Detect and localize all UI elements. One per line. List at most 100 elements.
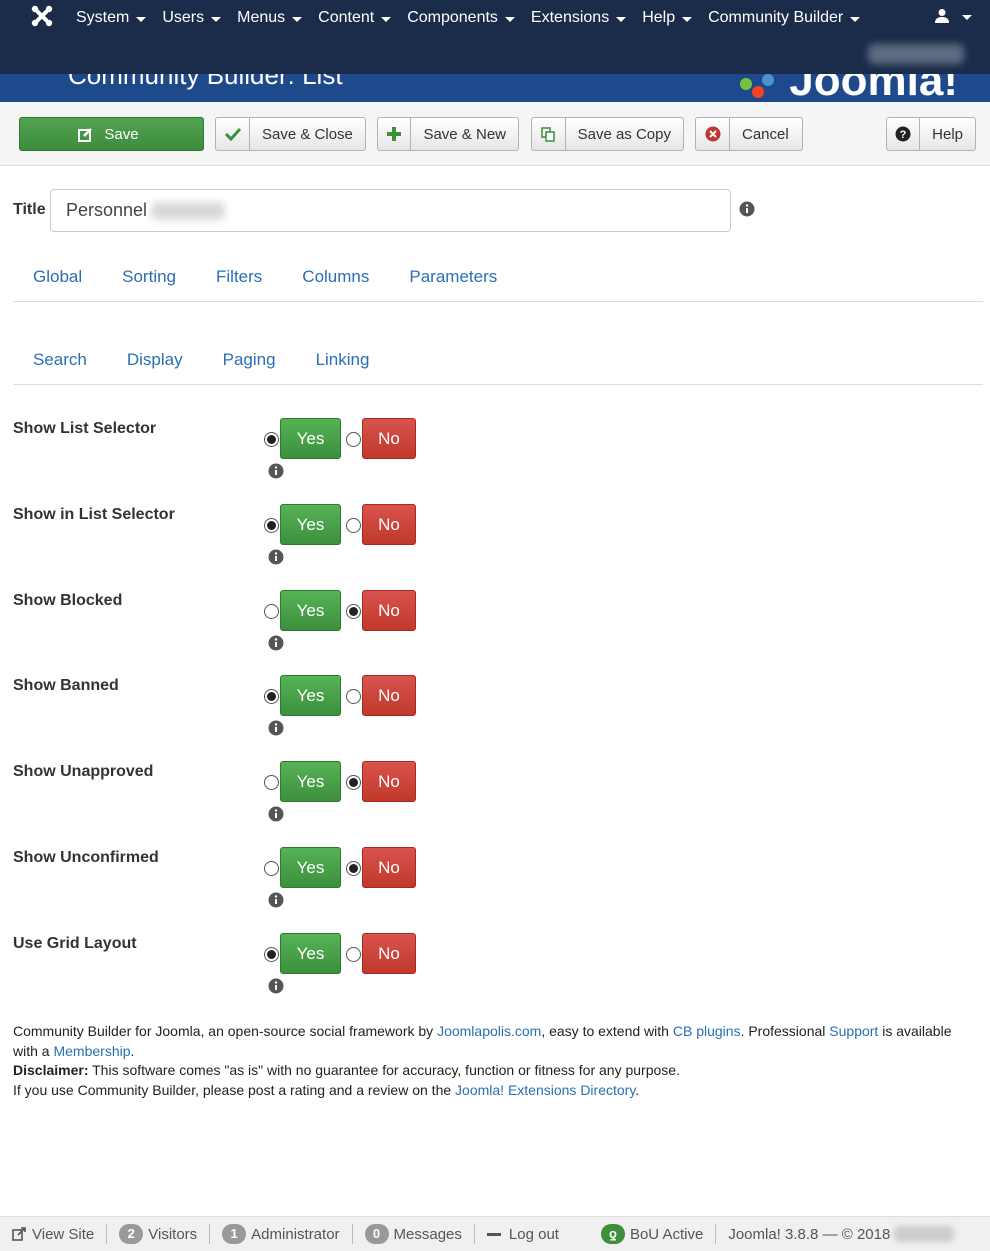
option-label: Show Banned (13, 677, 119, 694)
no-button[interactable]: No (362, 675, 416, 716)
tab-sorting[interactable]: Sorting (102, 259, 196, 301)
caret-down-icon (682, 16, 693, 22)
tab-display[interactable]: Display (107, 342, 203, 384)
tab-parameters[interactable]: Parameters (389, 259, 517, 301)
tab-filters[interactable]: Filters (196, 259, 282, 301)
yes-radio[interactable] (264, 689, 279, 704)
info-icon[interactable] (268, 806, 284, 822)
administrator-status[interactable]: 1 Administrator (222, 1224, 353, 1244)
info-icon[interactable] (268, 549, 284, 565)
save-button[interactable]: Save (19, 117, 204, 151)
info-icon[interactable] (268, 463, 284, 479)
menu-help[interactable]: Help (642, 9, 693, 27)
no-button[interactable]: No (362, 418, 416, 459)
yes-radio[interactable] (264, 861, 279, 876)
yes-radio[interactable] (264, 775, 279, 790)
no-radio[interactable] (346, 432, 361, 447)
page-title: Community Builder: List (30, 74, 343, 91)
info-icon[interactable] (268, 892, 284, 908)
joomlapolis-link[interactable]: Joomlapolis.com (437, 1023, 541, 1039)
save-new-button[interactable]: Save & New (377, 117, 519, 151)
tab-linking[interactable]: Linking (296, 342, 390, 384)
view-site-link[interactable]: View Site (12, 1224, 108, 1244)
no-button[interactable]: No (362, 761, 416, 802)
visitors-status[interactable]: 2 Visitors (119, 1224, 211, 1244)
option-label: Show Unconfirmed (13, 849, 159, 866)
menu-system[interactable]: System (76, 9, 147, 27)
no-button[interactable]: No (362, 504, 416, 545)
menu-components[interactable]: Components (407, 9, 515, 27)
user-icon (935, 9, 949, 23)
save-close-button[interactable]: Save & Close (215, 117, 366, 151)
joomla-logo-icon[interactable] (30, 4, 54, 28)
messages-status[interactable]: 0 Messages (364, 1224, 475, 1244)
tab-paging[interactable]: Paging (203, 342, 296, 384)
no-radio[interactable] (346, 861, 361, 876)
footer-line-3: If you use Community Builder, please pos… (13, 1081, 640, 1098)
no-button[interactable]: No (362, 590, 416, 631)
yes-radio[interactable] (264, 518, 279, 533)
caret-down-icon (616, 16, 627, 22)
bou-status[interactable]: ƍ BoU Active (600, 1224, 717, 1244)
secondary-tabs: Search Display Paging Linking (13, 342, 983, 385)
bou-icon: ƍ (600, 1224, 625, 1244)
logout-link[interactable]: Log out (486, 1224, 571, 1244)
option-label: Show List Selector (13, 420, 157, 437)
toolbar: Save Save & Close Save & New Save as Cop… (0, 102, 990, 166)
cb-plugins-link[interactable]: CB plugins (673, 1023, 741, 1039)
caret-down-icon (292, 16, 303, 22)
top-navbar: System Users Menus Content Components Ex… (0, 0, 990, 74)
yes-button[interactable]: Yes (280, 933, 341, 974)
main-menu: System Users Menus Content Components Ex… (76, 0, 876, 36)
question-circle-icon: ? (887, 118, 921, 150)
option-label: Show Blocked (13, 592, 123, 609)
help-button[interactable]: ? Help (886, 117, 976, 151)
page-header: Community Builder: List Joomla! (0, 74, 990, 102)
info-icon[interactable] (268, 720, 284, 736)
menu-menus[interactable]: Menus (237, 9, 303, 27)
tab-global[interactable]: Global (13, 259, 102, 301)
menu-users[interactable]: Users (162, 9, 222, 27)
no-radio[interactable] (346, 604, 361, 619)
caret-down-icon (962, 14, 972, 20)
yes-radio[interactable] (264, 432, 279, 447)
yes-button[interactable]: Yes (280, 590, 341, 631)
info-icon[interactable] (268, 978, 284, 994)
save-as-copy-button[interactable]: Save as Copy (531, 117, 684, 151)
info-icon[interactable] (268, 635, 284, 651)
title-input[interactable]: Personnel (50, 189, 731, 232)
yes-button[interactable]: Yes (280, 761, 341, 802)
plus-icon (378, 118, 412, 150)
yes-button[interactable]: Yes (280, 675, 341, 716)
no-radio[interactable] (346, 775, 361, 790)
no-radio[interactable] (346, 689, 361, 704)
site-name-redacted (868, 44, 964, 64)
membership-link[interactable]: Membership (53, 1043, 130, 1059)
info-icon[interactable] (739, 201, 755, 217)
yes-button[interactable]: Yes (280, 504, 341, 545)
no-radio[interactable] (346, 518, 361, 533)
support-link[interactable]: Support (829, 1023, 878, 1039)
cancel-button[interactable]: Cancel (695, 117, 803, 151)
option-label: Use Grid Layout (13, 935, 137, 952)
yes-button[interactable]: Yes (280, 418, 341, 459)
check-icon (216, 118, 250, 150)
tab-search[interactable]: Search (13, 342, 107, 384)
yes-radio[interactable] (264, 604, 279, 619)
menu-content[interactable]: Content (318, 9, 392, 27)
no-button[interactable]: No (362, 933, 416, 974)
caret-down-icon (850, 16, 861, 22)
yes-radio[interactable] (264, 947, 279, 962)
tab-columns[interactable]: Columns (282, 259, 389, 301)
admin-count-badge: 1 (222, 1224, 247, 1244)
jed-link[interactable]: Joomla! Extensions Directory (455, 1082, 635, 1098)
copy-icon (532, 118, 566, 150)
menu-extensions[interactable]: Extensions (531, 9, 627, 27)
menu-community-builder[interactable]: Community Builder (708, 9, 861, 27)
no-button[interactable]: No (362, 847, 416, 888)
yes-button[interactable]: Yes (280, 847, 341, 888)
user-menu[interactable] (934, 8, 972, 24)
messages-count-badge: 0 (364, 1224, 389, 1244)
edit-icon (72, 118, 98, 150)
no-radio[interactable] (346, 947, 361, 962)
